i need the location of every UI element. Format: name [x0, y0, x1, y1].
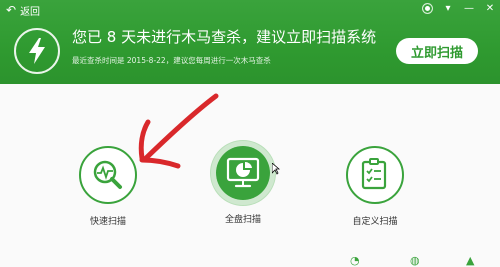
red-arrow-annotation	[138, 93, 219, 169]
small-icon[interactable]: ◍	[410, 254, 420, 267]
minimize-icon[interactable]: —	[463, 2, 475, 14]
close-icon[interactable]: ✕	[484, 2, 496, 14]
window-controls: ▾ — ✕	[421, 2, 496, 14]
header-banner: ↶ 返回 ▾ — ✕ 您已 8 天未进行木马查杀，建议立即扫描系统 最近查杀时间…	[0, 0, 500, 84]
lightning-icon	[14, 28, 60, 74]
skin-icon[interactable]	[421, 2, 433, 14]
full-scan-label: 全盘扫描	[224, 215, 261, 225]
menu-icon[interactable]: ▾	[442, 2, 454, 14]
last-scan-info: 最近查杀时间是 2015-8-22，建议您每周进行一次木马查杀	[72, 56, 271, 65]
small-icon[interactable]: ◔	[350, 254, 360, 267]
quick-scan-label: 快速扫描	[89, 217, 126, 227]
back-label: 返回	[20, 6, 41, 18]
page-title: 您已 8 天未进行木马查杀，建议立即扫描系统	[72, 28, 377, 46]
small-icon[interactable]: ▲	[466, 254, 474, 267]
custom-scan-tool[interactable]: 自定义扫描	[346, 146, 404, 227]
custom-scan-circle[interactable]	[346, 146, 404, 204]
cursor-icon	[272, 163, 280, 175]
checklist-icon	[361, 158, 387, 190]
scan-now-button[interactable]: 立即扫描	[396, 38, 478, 64]
custom-scan-label: 自定义扫描	[352, 217, 398, 227]
back-arrow-icon: ↶	[6, 3, 17, 17]
monitor-pie-icon	[226, 157, 260, 188]
back-button[interactable]: ↶ 返回	[6, 3, 41, 18]
